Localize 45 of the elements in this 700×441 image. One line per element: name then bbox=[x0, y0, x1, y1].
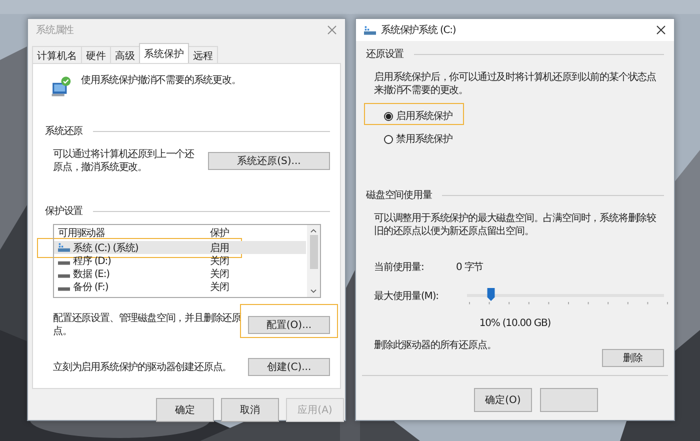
tab[interactable]: 计算机名 bbox=[32, 46, 82, 63]
drive-row[interactable]: 系统 (C:) (系统) 启用 bbox=[54, 241, 306, 254]
delete-button[interactable]: 删除 bbox=[602, 349, 664, 367]
protection-status: 启用 bbox=[210, 242, 230, 254]
disk-usage-description: 可以调整用于系统保护的最大磁盘空间。占满空间时，系统将删除较旧的还原点以便为新还原点留出空间。 bbox=[374, 212, 658, 238]
drive-row[interactable]: 备份 (F:) 关闭 bbox=[54, 280, 306, 293]
protection-status: 关闭 bbox=[210, 254, 230, 268]
tab[interactable]: 系统保护 bbox=[139, 43, 189, 63]
group-heading: 保护设置 bbox=[45, 204, 83, 218]
protection-status: 关闭 bbox=[210, 268, 230, 280]
protection-status: 关闭 bbox=[210, 280, 230, 294]
field-label: 当前使用量: bbox=[374, 260, 425, 274]
tab[interactable]: 硬件 bbox=[81, 46, 111, 63]
column-header: 保护 bbox=[210, 226, 230, 240]
column-header: 可用驱动器 bbox=[58, 227, 106, 240]
drive-name: 系统 (C:) (系统) bbox=[73, 242, 138, 254]
restore-settings-description: 启用系统保护后，你可以通过及时将计算机还原到以前的某个状态点来撤消不需要的更改。 bbox=[374, 71, 658, 97]
configure-description: 配置还原设置、管理磁盘空间，并且删除还原点。 bbox=[53, 312, 242, 338]
current-usage-value: 0 字节 bbox=[456, 260, 484, 274]
window-title: 系统保护系统 (C:) bbox=[381, 24, 457, 37]
restore-description: 可以通过将计算机还原到上一个还原点，撤消系统更改。 bbox=[53, 148, 196, 174]
drive-row[interactable]: 数据 (E:) 关闭 bbox=[54, 267, 306, 280]
create-description: 立刻为启用系统保护的驱动器创建还原点。 bbox=[53, 360, 232, 374]
ok-button[interactable]: 确定(O) bbox=[474, 388, 532, 412]
group-heading: 还原设置 bbox=[366, 48, 404, 61]
delete-description: 删除此驱动器的所有还原点。 bbox=[374, 339, 496, 352]
tab[interactable]: 高级 bbox=[110, 46, 140, 63]
intro-text: 使用系统保护撤消不需要的系统更改。 bbox=[81, 74, 241, 87]
drive-row[interactable]: 程序 (D:) 关闭 bbox=[54, 254, 306, 267]
drive-name: 备份 (F:) bbox=[73, 280, 108, 294]
drive-name: 数据 (E:) bbox=[73, 268, 110, 280]
system-restore-button[interactable]: 系统还原(S)... bbox=[208, 152, 330, 170]
radio-option[interactable]: 禁用系统保护 bbox=[384, 132, 452, 146]
field-label: 最大使用量(M): bbox=[374, 290, 440, 303]
tab[interactable]: 远程 bbox=[188, 46, 218, 63]
dialog-button[interactable]: 确定 bbox=[156, 398, 214, 422]
group-heading: 系统还原 bbox=[45, 124, 83, 138]
drive-name: 程序 (D:) bbox=[73, 254, 111, 268]
window-title: 系统属性 bbox=[36, 24, 75, 37]
dialog-button[interactable]: 取消 bbox=[221, 398, 279, 422]
configure-button[interactable]: 配置(O)... bbox=[248, 316, 330, 334]
usage-reading: 10% (10.00 GB) bbox=[479, 318, 551, 329]
create-button[interactable]: 创建(C)... bbox=[248, 358, 330, 376]
radio-option[interactable]: 启用系统保护 bbox=[384, 109, 452, 123]
group-heading: 磁盘空间使用量 bbox=[366, 188, 432, 202]
